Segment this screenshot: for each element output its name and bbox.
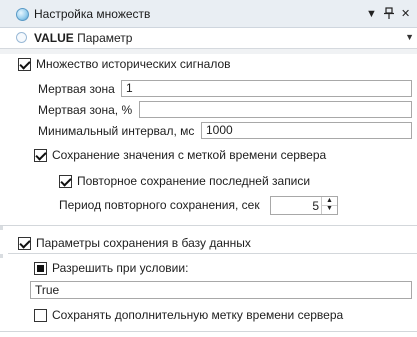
chevron-down-icon[interactable]: ▼ <box>405 32 414 42</box>
deadband-pct-label: Мертвая зона, % <box>38 103 133 117</box>
resave-period-label: Период повторного сохранения, сек <box>59 198 260 212</box>
settings-globe-icon <box>16 8 29 21</box>
spin-down-icon[interactable]: ▼ <box>322 205 337 213</box>
resave-period-value: 5 <box>312 199 319 213</box>
panel-title: Настройка множеств <box>34 7 151 21</box>
server-timestamp-checkbox[interactable] <box>34 149 47 162</box>
divider <box>8 253 417 254</box>
allow-condition-checkbox[interactable] <box>34 262 47 275</box>
deadband-pct-field[interactable] <box>139 101 412 118</box>
panel-titlebar: Настройка множеств ▼ ✕ <box>0 0 417 28</box>
allow-condition-label: Разрешить при условии: <box>52 261 189 275</box>
value-selector-bold: VALUE <box>34 31 74 45</box>
value-circle-icon <box>16 32 27 43</box>
condition-expression-field[interactable]: True <box>30 281 412 299</box>
resave-period-spinner[interactable]: 5 ▲ ▼ <box>270 196 338 215</box>
divider <box>0 225 417 226</box>
extra-server-timestamp-label: Сохранять дополнительную метку времени с… <box>52 308 344 322</box>
deadband-label: Мертвая зона <box>38 82 115 96</box>
value-selector-text: Параметр <box>77 31 133 45</box>
section-separator <box>0 49 417 54</box>
left-edge-mark <box>0 226 3 230</box>
min-interval-field[interactable]: 1000 <box>201 122 412 139</box>
close-icon[interactable]: ✕ <box>401 7 410 21</box>
resave-last-checkbox[interactable] <box>59 175 72 188</box>
pin-icon[interactable] <box>384 7 394 23</box>
extra-server-timestamp-checkbox[interactable] <box>34 309 47 322</box>
deadband-field[interactable]: 1 <box>121 80 412 97</box>
panel-menu-dropdown-icon[interactable]: ▼ <box>366 7 377 21</box>
db-params-checkbox[interactable] <box>18 237 31 250</box>
min-interval-label: Минимальный интервал, мс <box>38 124 195 138</box>
db-params-label: Параметры сохранения в базу данных <box>36 236 251 250</box>
left-edge-mark <box>0 254 3 258</box>
history-enabled-checkbox[interactable] <box>18 58 31 71</box>
history-enabled-label: Множество исторических сигналов <box>36 57 231 71</box>
value-selector-combo[interactable]: VALUE Параметр ▼ <box>0 28 417 49</box>
resave-last-label: Повторное сохранение последней записи <box>77 174 311 188</box>
server-timestamp-label: Сохранение значения с меткой времени сер… <box>52 148 327 162</box>
divider <box>0 331 417 332</box>
